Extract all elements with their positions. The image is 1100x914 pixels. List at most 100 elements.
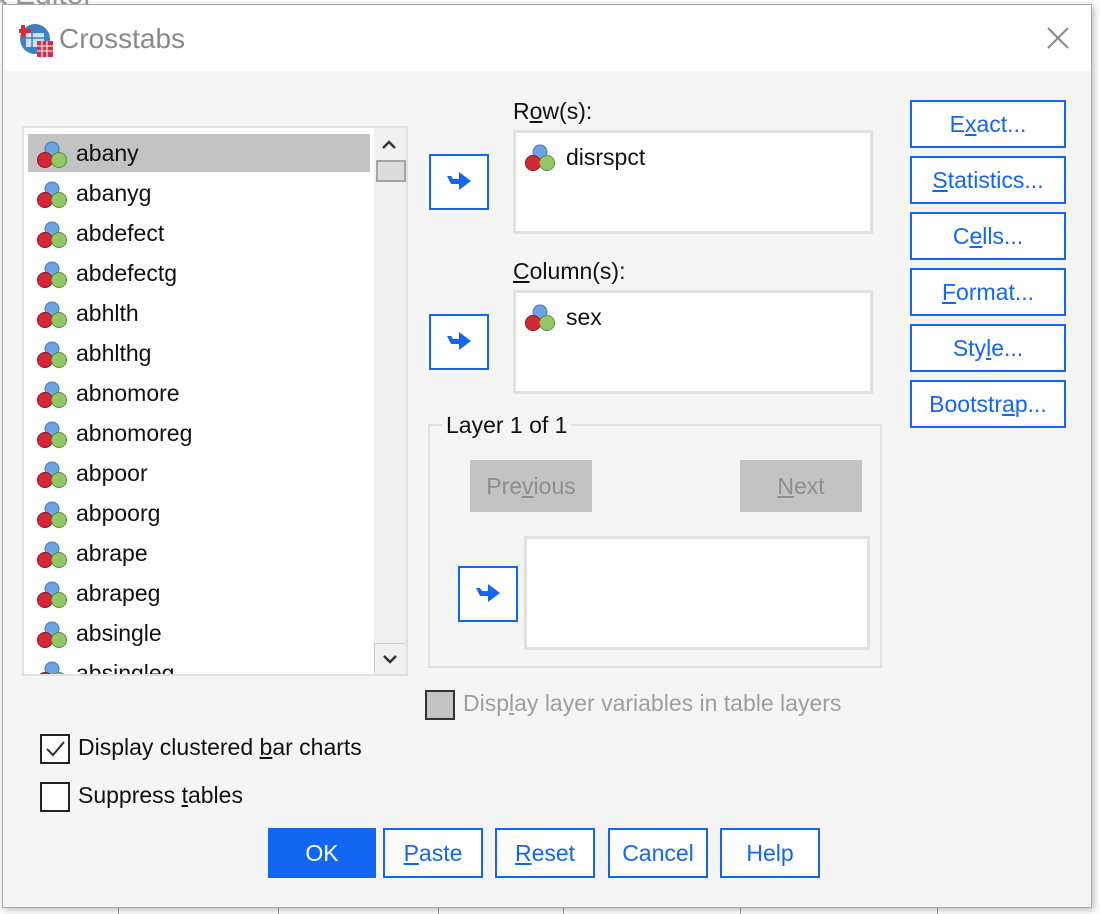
- nominal-variable-icon: [37, 141, 67, 168]
- button-mnemonic: F: [941, 279, 957, 305]
- nominal-variable-icon: [37, 581, 67, 608]
- button-text: tatistics...: [947, 167, 1044, 193]
- variable-list-item[interactable]: absingleg: [28, 654, 370, 674]
- cancel-button[interactable]: Cancel: [608, 828, 708, 878]
- close-x-icon[interactable]: [1043, 23, 1073, 53]
- variable-list-item[interactable]: abhlth: [28, 294, 370, 332]
- columns-label-mnemonic: C: [513, 258, 530, 284]
- button-text: E: [949, 111, 965, 137]
- columns-target-list[interactable]: sex: [513, 290, 873, 394]
- statistics-button[interactable]: Statistics...: [910, 156, 1066, 204]
- variable-label: abpoorg: [76, 500, 161, 526]
- variable-label: absingle: [76, 620, 162, 646]
- clustered-bar-charts-option[interactable]: Display clustered bar charts: [40, 734, 420, 764]
- button-text: Help: [746, 840, 794, 866]
- rows-target-list[interactable]: disrspct: [513, 130, 873, 234]
- right-arrow-icon: [476, 584, 500, 602]
- scroll-down-button[interactable]: [374, 643, 405, 672]
- button-text: C: [952, 223, 970, 249]
- variable-label: abanyg: [76, 180, 152, 206]
- button-text: eset: [531, 840, 576, 866]
- variable-list-item[interactable]: abanyg: [28, 174, 370, 212]
- button-text: ormat...: [956, 279, 1035, 305]
- variable-label: abnomoreg: [76, 420, 193, 446]
- variable-label: abpoor: [76, 460, 148, 486]
- columns-item-label: sex: [566, 304, 602, 330]
- variable-label: abdefect: [76, 220, 165, 246]
- variable-list-item[interactable]: abany: [28, 134, 370, 172]
- nominal-variable-icon: [37, 181, 67, 208]
- option-mnemonic: b: [259, 734, 273, 760]
- move-to-columns-button[interactable]: [429, 314, 489, 370]
- variable-list-scrollbar[interactable]: [374, 128, 406, 674]
- variable-list-item[interactable]: abnomore: [28, 374, 370, 412]
- variable-list-item[interactable]: abdefect: [28, 214, 370, 252]
- previous-label: Pre: [486, 473, 523, 499]
- button-text: OK: [305, 840, 339, 866]
- option-text: ay layer variables in table layers: [514, 690, 842, 716]
- nominal-variable-icon: [37, 221, 67, 248]
- nominal-variable-icon: [37, 621, 67, 648]
- clustered-bar-charts-checkbox[interactable]: [40, 734, 70, 764]
- suppress-tables-option[interactable]: Suppress tables: [40, 782, 300, 812]
- style-button[interactable]: Style...: [910, 324, 1066, 372]
- button-mnemonic: S: [932, 167, 948, 193]
- previous-label: ious: [533, 473, 576, 499]
- nominal-variable-icon: [37, 541, 67, 568]
- button-text: Sty: [952, 335, 987, 361]
- source-variable-list[interactable]: abany abanyg abdefect abdefectg abhlth abhlth…: [22, 126, 408, 676]
- chevron-down-icon: [383, 655, 397, 664]
- exact-button[interactable]: Exact...: [910, 100, 1066, 148]
- move-to-layer-button[interactable]: [458, 566, 518, 622]
- format-button[interactable]: Format...: [910, 268, 1066, 316]
- previous-mnemonic: v: [522, 473, 534, 499]
- button-text: lls...: [982, 223, 1024, 249]
- rows-item-label: disrspct: [566, 144, 646, 170]
- clustered-bar-charts-label: Display clustered bar charts: [78, 734, 362, 761]
- option-text: ar charts: [272, 734, 362, 760]
- scroll-up-button[interactable]: [374, 130, 404, 158]
- dialog-title: Crosstabs: [59, 23, 186, 54]
- option-text: Suppress: [78, 782, 182, 808]
- variable-label: abany: [76, 140, 139, 166]
- variable-list-item[interactable]: absingle: [28, 614, 370, 652]
- option-text: ables: [187, 782, 243, 808]
- right-arrow-icon: [447, 332, 471, 350]
- variable-list-item[interactable]: abhlthg: [28, 334, 370, 372]
- nominal-variable-icon: [37, 341, 67, 368]
- next-layer-button[interactable]: Next: [740, 460, 862, 512]
- variable-list-item[interactable]: abrape: [28, 534, 370, 572]
- variable-list-item[interactable]: abrapeg: [28, 574, 370, 612]
- variable-list-item[interactable]: abpoorg: [28, 494, 370, 532]
- help-button[interactable]: Help: [720, 828, 820, 878]
- nominal-variable-icon: [525, 304, 555, 331]
- variable-list-item[interactable]: abdefectg: [28, 254, 370, 292]
- bootstrap-button[interactable]: Bootstrap...: [910, 380, 1066, 428]
- display-layer-variables-option: Display layer variables in table layers: [425, 690, 895, 720]
- variable-list-item[interactable]: abnomoreg: [28, 414, 370, 452]
- cells-button[interactable]: Cells...: [910, 212, 1066, 260]
- option-text: Disp: [463, 690, 510, 716]
- layer-legend: Layer 1 of 1: [442, 412, 572, 439]
- nominal-variable-icon: [37, 301, 67, 328]
- paste-button[interactable]: Paste: [383, 828, 483, 878]
- previous-layer-button[interactable]: Previous: [470, 460, 592, 512]
- nominal-variable-icon: [525, 144, 555, 171]
- ok-button[interactable]: OK: [268, 828, 376, 878]
- suppress-tables-checkbox[interactable]: [40, 782, 70, 812]
- display-layer-variables-checkbox: [425, 690, 455, 720]
- columns-label-text: olumn(s):: [529, 258, 626, 284]
- layer-target-list[interactable]: [524, 536, 870, 650]
- button-mnemonic: x: [964, 111, 977, 137]
- variable-label: abhlth: [76, 300, 139, 326]
- variable-list-item[interactable]: abpoor: [28, 454, 370, 492]
- next-mnemonic: N: [777, 473, 794, 499]
- crosstabs-table-icon: [19, 24, 53, 57]
- reset-button[interactable]: Reset: [495, 828, 595, 878]
- scroll-thumb[interactable]: [376, 160, 406, 182]
- rows-label-mnemonic: o: [529, 98, 543, 124]
- button-mnemonic: a: [1002, 391, 1015, 417]
- button-mnemonic: R: [514, 840, 532, 866]
- move-to-rows-button[interactable]: [429, 154, 489, 210]
- chevron-up-icon: [382, 140, 396, 149]
